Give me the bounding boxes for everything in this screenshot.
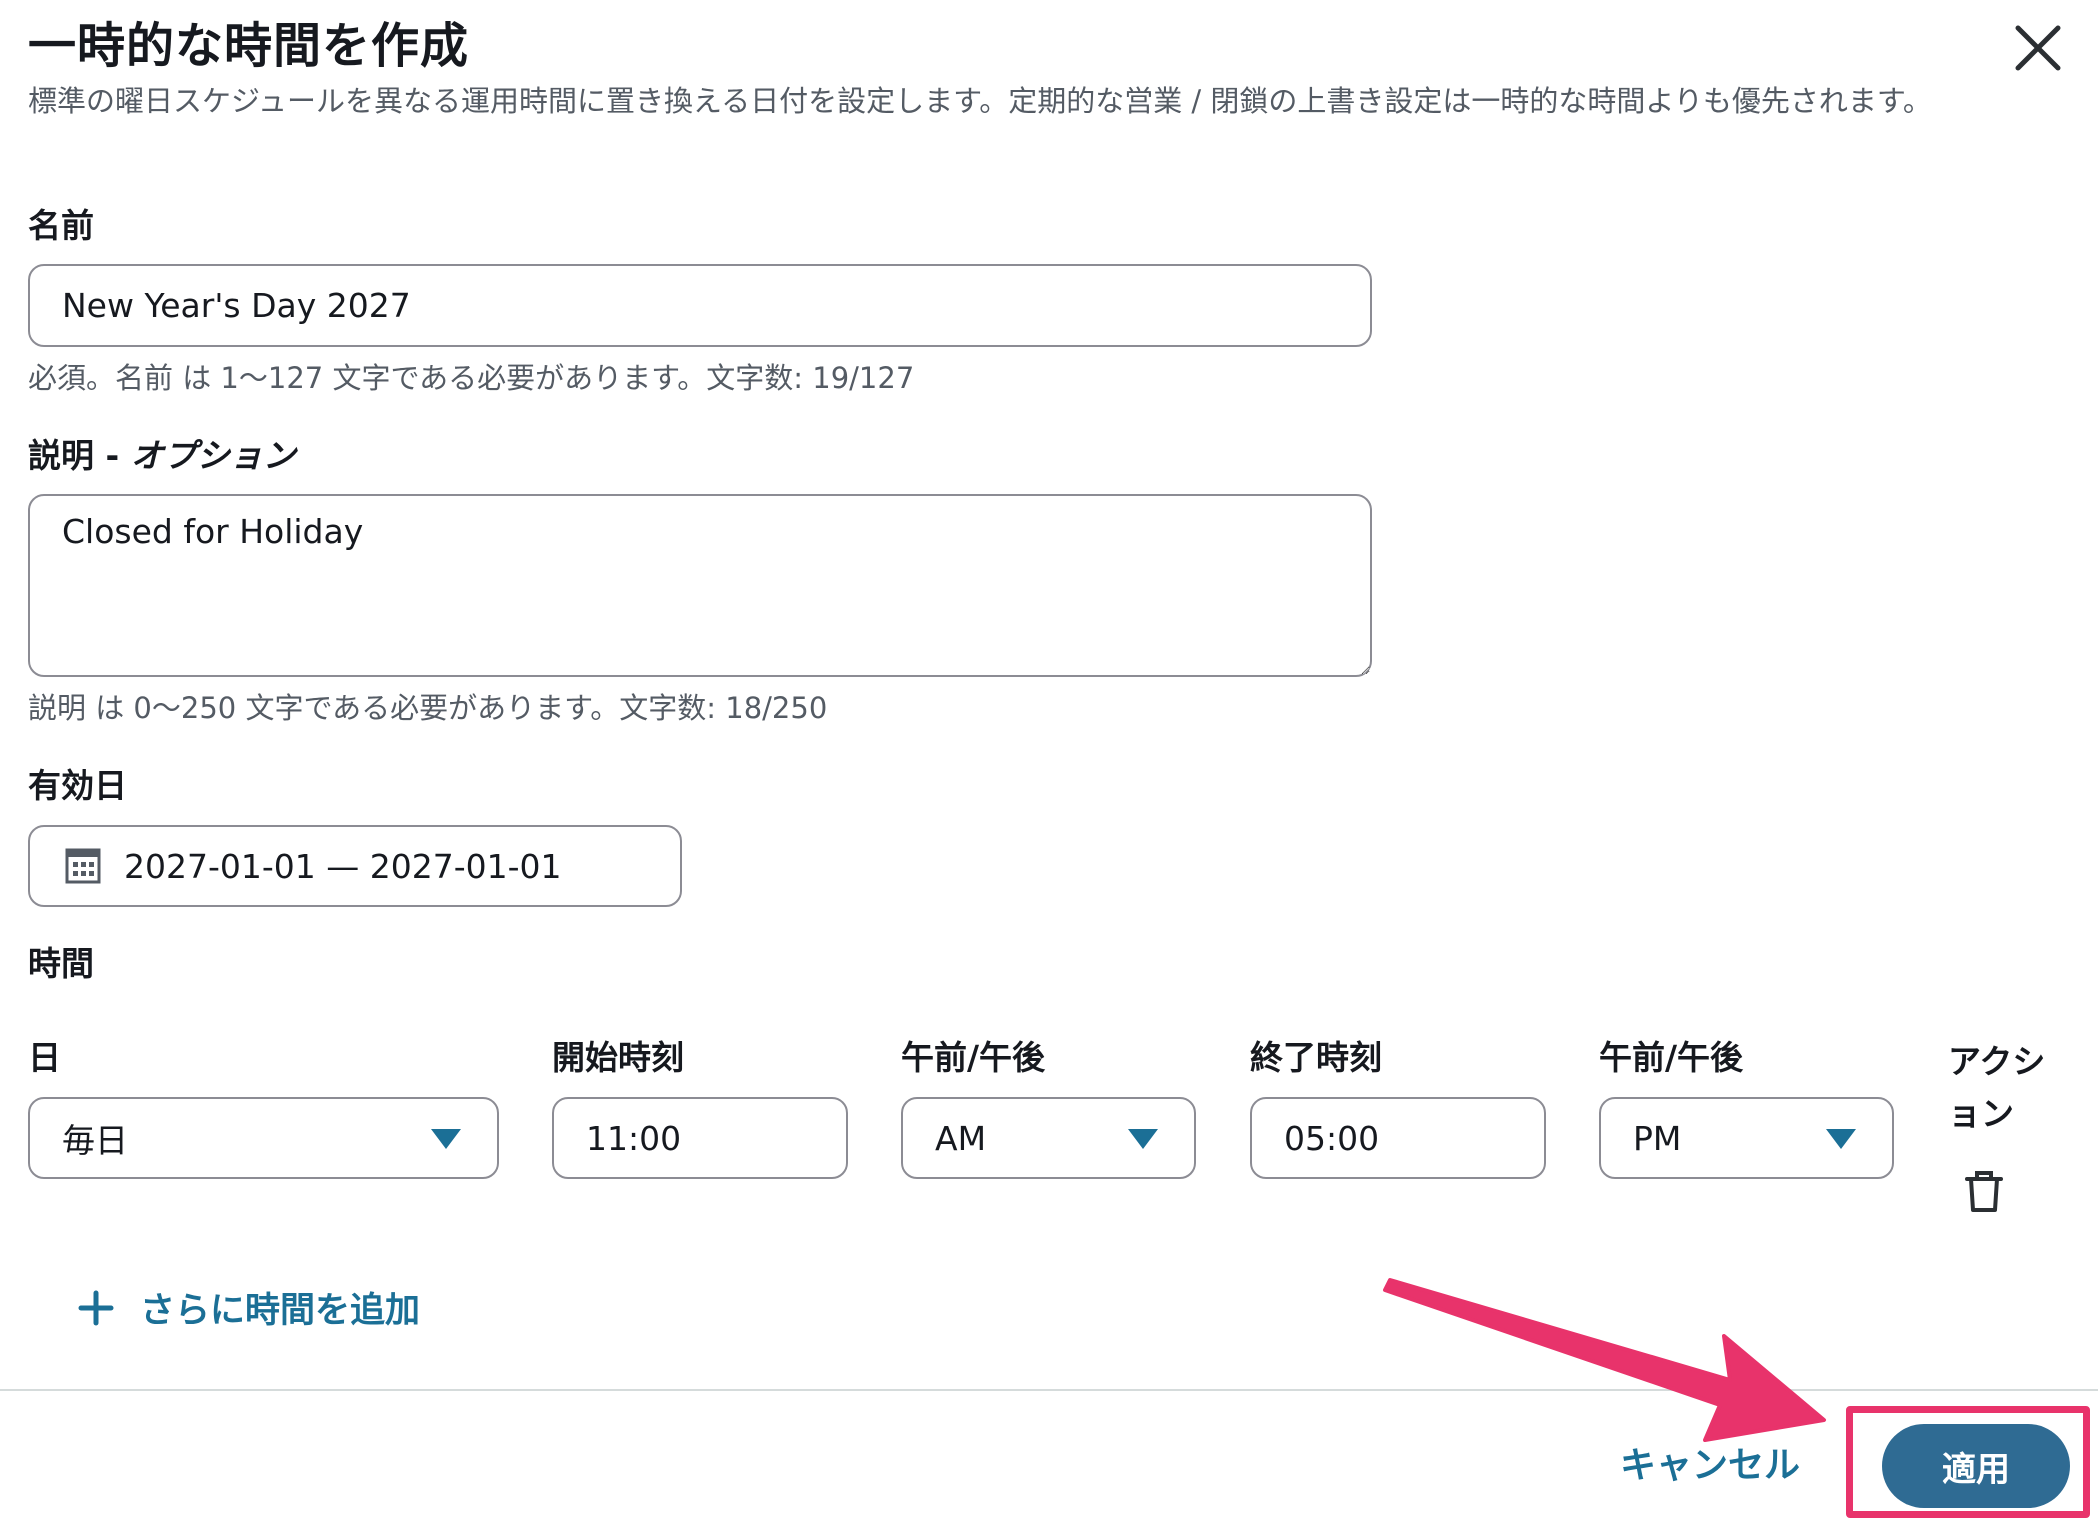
footer-divider	[0, 1389, 2098, 1391]
day-select[interactable]: 毎日	[28, 1097, 499, 1179]
apply-button[interactable]: 適用	[1882, 1424, 2070, 1508]
calendar-icon	[64, 847, 102, 885]
end-ampm-value: PM	[1633, 1118, 1682, 1158]
description-label: 説明 - オプション	[28, 434, 296, 478]
actions-column-label: アクション	[1948, 1042, 2046, 1133]
close-button[interactable]	[2010, 20, 2066, 76]
name-input[interactable]	[28, 264, 1372, 347]
add-more-hours-button[interactable]: さらに時間を追加	[78, 1282, 420, 1333]
modal-title: 一時的な時間を作成	[28, 18, 470, 74]
start-time-input[interactable]	[552, 1097, 848, 1179]
day-select-value: 毎日	[62, 1121, 128, 1160]
end-ampm-column-label: 午前/午後	[1599, 1038, 1744, 1077]
end-time-input[interactable]	[1250, 1097, 1546, 1179]
plus-icon	[78, 1290, 114, 1326]
caret-down-icon	[1128, 1129, 1158, 1149]
cancel-button[interactable]: キャンセル	[1620, 1438, 1800, 1494]
create-temporary-hours-modal: 一時的な時間を作成 標準の曜日スケジュールを異なる運用時間に置き換える日付を設定…	[0, 0, 2098, 1524]
caret-down-icon	[431, 1129, 461, 1149]
effective-date-label: 有効日	[28, 766, 127, 805]
end-ampm-select[interactable]: PM	[1599, 1097, 1894, 1179]
modal-description: 標準の曜日スケジュールを異なる運用時間に置き換える日付を設定します。定期的な営業…	[28, 84, 1932, 118]
start-ampm-column-label: 午前/午後	[901, 1038, 1046, 1077]
effective-date-range-picker[interactable]: 2027-01-01 — 2027-01-01	[28, 825, 682, 907]
end-time-column-label: 終了時刻	[1250, 1038, 1382, 1077]
delete-row-button[interactable]	[1962, 1170, 2006, 1214]
name-hint: 必須。名前 は 1〜127 文字である必要があります。文字数: 19/127	[28, 361, 915, 395]
trash-icon	[1965, 1171, 2003, 1212]
add-more-hours-label: さらに時間を追加	[140, 1291, 421, 1331]
close-icon	[2015, 25, 2061, 71]
caret-down-icon	[1826, 1129, 1856, 1149]
description-hint: 説明 は 0〜250 文字である必要があります。文字数: 18/250	[28, 691, 828, 725]
start-time-column-label: 開始時刻	[552, 1038, 684, 1077]
effective-date-value: 2027-01-01 — 2027-01-01	[124, 846, 562, 886]
description-textarea[interactable]: Closed for Holiday	[28, 494, 1372, 677]
name-label: 名前	[28, 206, 94, 245]
description-label-text: 説明 -	[28, 436, 131, 475]
start-ampm-select[interactable]: AM	[901, 1097, 1196, 1179]
start-ampm-value: AM	[935, 1118, 987, 1158]
description-optional-text: オプション	[130, 436, 296, 475]
hours-section-label: 時間	[28, 944, 94, 983]
day-column-label: 日	[28, 1038, 61, 1077]
